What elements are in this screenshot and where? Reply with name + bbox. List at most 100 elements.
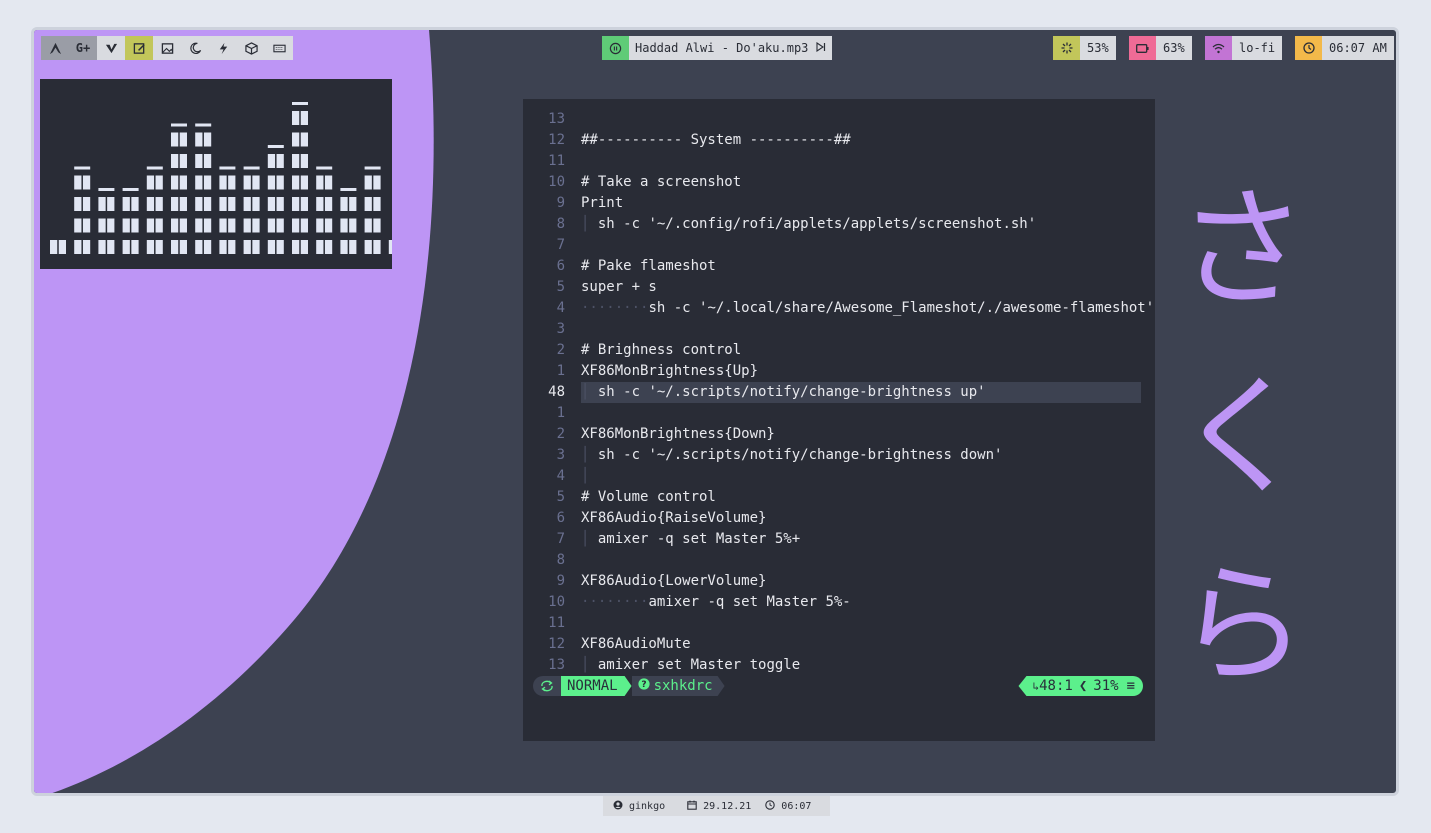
line-number: 11: [548, 153, 565, 169]
visualizer-bar: [243, 166, 260, 254]
code-line[interactable]: 4 │: [523, 466, 1155, 487]
indent-guide: ········: [581, 300, 649, 316]
code-text: │ sh -c '~/.config/rofi/applets/applets/…: [581, 214, 1036, 235]
code-line[interactable]: 2 # Brighness control: [523, 340, 1155, 361]
vim-mode: NORMAL: [561, 676, 632, 696]
line-number: 11: [548, 615, 565, 631]
code-line[interactable]: 6 XF86Audio{RaiseVolume}: [523, 508, 1155, 529]
line-number: 2: [556, 342, 565, 358]
code-line[interactable]: 12 XF86AudioMute: [523, 634, 1155, 655]
cpu-status[interactable]: 53%: [1053, 36, 1116, 60]
skip-next-icon[interactable]: [816, 41, 826, 55]
line-number: 10: [548, 594, 565, 610]
code-line[interactable]: 7 │ amixer -q set Master 5%+: [523, 529, 1155, 550]
code-text: # Brighness control: [581, 340, 741, 361]
svg-text:?: ?: [641, 680, 646, 690]
code-content: # Pake flameshot: [581, 258, 716, 274]
track-title: Haddad Alwi - Do'aku.mp3: [635, 41, 809, 55]
code-line[interactable]: 10 # Take a screenshot: [523, 172, 1155, 193]
notes-icon[interactable]: [125, 36, 153, 60]
text-editor[interactable]: 13 12 ##---------- System ----------## 11 10…: [523, 99, 1155, 741]
code-line[interactable]: 11: [523, 613, 1155, 634]
question-icon: ?: [638, 678, 650, 694]
code-line[interactable]: 6 # Pake flameshot: [523, 256, 1155, 277]
music-player[interactable]: Haddad Alwi - Do'aku.mp3: [602, 36, 833, 60]
line-column: 48:1: [1039, 678, 1073, 694]
code-line[interactable]: 7: [523, 235, 1155, 256]
code-line[interactable]: 13: [523, 109, 1155, 130]
line-number: 3: [556, 321, 565, 337]
zap-icon[interactable]: [209, 36, 237, 60]
line-number: 13: [548, 111, 565, 127]
image-icon[interactable]: [153, 36, 181, 60]
code-text: │ sh -c '~/.scripts/notify/change-bright…: [581, 445, 1002, 466]
code-line[interactable]: 8 │ sh -c '~/.config/rofi/applets/applets…: [523, 214, 1155, 235]
file-name: ? sxhkdrc: [632, 676, 725, 696]
battery-status[interactable]: 63%: [1129, 36, 1192, 60]
code-line[interactable]: 10 ········amixer -q set Master 5%-: [523, 592, 1155, 613]
code-text: # Volume control: [581, 487, 716, 508]
code-line[interactable]: 1 XF86MonBrightness{Up}: [523, 361, 1155, 382]
code-line[interactable]: 9 Print: [523, 193, 1155, 214]
code-line[interactable]: 3 │ sh -c '~/.scripts/notify/change-brigh…: [523, 445, 1155, 466]
vivaldi-icon[interactable]: [97, 36, 125, 60]
cpu-icon: [1053, 36, 1080, 60]
scroll-percent: 31%: [1093, 678, 1119, 694]
code-line[interactable]: 9 XF86Audio{LowerVolume}: [523, 571, 1155, 592]
code-content: XF86AudioMute: [581, 636, 691, 652]
indent-guide: ········: [581, 594, 649, 610]
code-line[interactable]: 2 XF86MonBrightness{Down}: [523, 424, 1155, 445]
line-number: 6: [556, 258, 565, 274]
code-text: ##---------- System ----------##: [581, 130, 851, 151]
line-number: 7: [556, 237, 565, 253]
code-line[interactable]: 5 # Volume control: [523, 487, 1155, 508]
visualizer-bar: [122, 188, 139, 254]
bottom-bar: ginkgo 29.12.21 06:07: [603, 796, 830, 816]
line-number: 8: [556, 216, 565, 232]
code-text: XF86Audio{RaiseVolume}: [581, 508, 766, 529]
time-item[interactable]: 06:07: [751, 799, 811, 813]
code-text: ········sh -c '~/.local/share/Awesome_Fl…: [581, 298, 1154, 319]
keyboard-icon[interactable]: [265, 36, 293, 60]
visualizer-bar: [50, 240, 66, 254]
code-line[interactable]: 11: [523, 151, 1155, 172]
visualizer-bar: [219, 166, 236, 254]
code-content: amixer -q set Master 5%+: [597, 531, 801, 547]
pause-icon[interactable]: [602, 36, 629, 60]
wifi-icon: [1205, 36, 1232, 60]
cube-icon[interactable]: [237, 36, 265, 60]
line-number: 13: [548, 657, 565, 673]
sync-icon: [533, 676, 561, 696]
code-line[interactable]: 3: [523, 319, 1155, 340]
code-content: Print: [581, 195, 624, 211]
launcher-bar: G+: [41, 36, 293, 60]
code-line[interactable]: 4 ········sh -c '~/.local/share/Awesome_F…: [523, 298, 1155, 319]
battery-value: 63%: [1156, 36, 1192, 60]
code-line[interactable]: 13 │ amixer set Master toggle: [523, 655, 1155, 676]
code-line[interactable]: 8: [523, 550, 1155, 571]
cursor-position: ↳ 48:1 ❮ 31% ≡: [1018, 676, 1143, 696]
google-plus-icon[interactable]: G+: [69, 36, 97, 60]
audio-visualizer: [40, 79, 392, 269]
date-item[interactable]: 29.12.21: [665, 800, 751, 813]
code-content: super + s: [581, 279, 657, 295]
visualizer-bar: [292, 102, 308, 254]
sakura-char: く: [1177, 361, 1308, 513]
visualizer-bar: [171, 123, 187, 254]
moon-icon[interactable]: [181, 36, 209, 60]
line-number: 5: [556, 489, 565, 505]
line-number: 3: [556, 447, 565, 463]
line-number: 6: [556, 510, 565, 526]
code-text: super + s: [581, 277, 657, 298]
clock-status[interactable]: 06:07 AM: [1295, 36, 1394, 60]
line-number: 9: [556, 573, 565, 589]
visualizer-bar: [267, 145, 284, 254]
code-line[interactable]: 5 super + s: [523, 277, 1155, 298]
arch-icon[interactable]: [41, 36, 69, 60]
user-item[interactable]: ginkgo: [603, 800, 665, 813]
code-line[interactable]: 12 ##---------- System ----------##: [523, 130, 1155, 151]
code-line[interactable]: 1: [523, 403, 1155, 424]
code-content: sh -c '~/.config/rofi/applets/applets/sc…: [597, 216, 1037, 232]
current-code-line[interactable]: 48 │ sh -c '~/.scripts/notify/change-brig…: [523, 382, 1155, 403]
wifi-status[interactable]: lo-fi: [1205, 36, 1283, 60]
